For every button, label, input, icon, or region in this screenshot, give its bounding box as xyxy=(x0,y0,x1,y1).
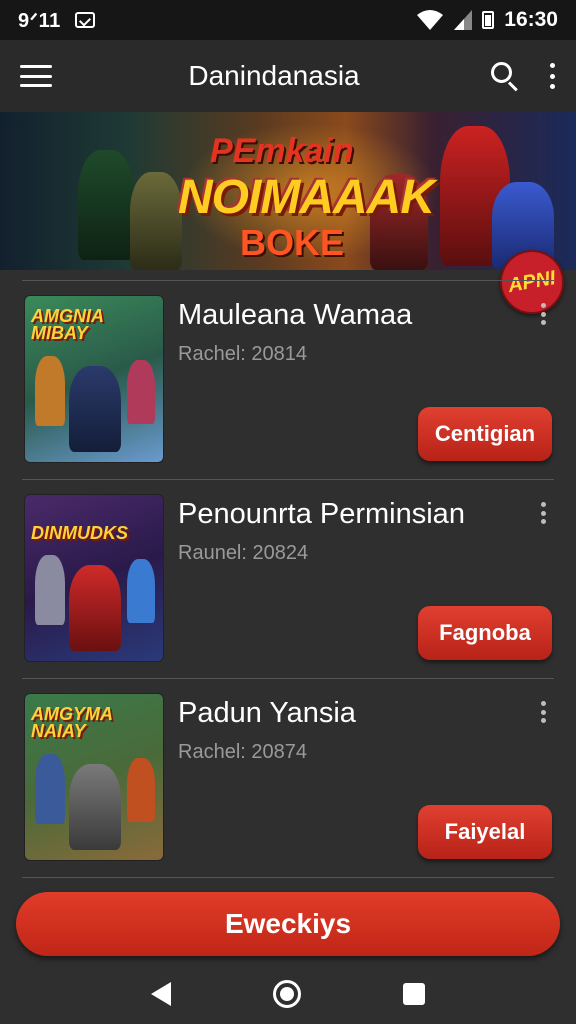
thumbnail-title: AMGYMA NAIAY xyxy=(31,704,113,742)
wifi-icon xyxy=(417,10,444,30)
game-title: Mauleana Wamaa xyxy=(178,299,413,331)
thumbnail-title: AMGNIA MIBAY xyxy=(31,306,104,344)
promo-banner[interactable]: PEmkain NOIMAAAK BOKE xyxy=(0,112,576,270)
list-item[interactable]: AMGYMA NAIAY Padun Yansia Rachel: 20874 … xyxy=(22,679,554,877)
status-bar: 9ᐟ11 16:30 xyxy=(0,0,576,40)
action-button[interactable]: Fagnoba xyxy=(418,606,552,660)
list-divider xyxy=(22,877,554,878)
game-title: Penounrta Perminsian xyxy=(178,498,465,530)
game-meta: Rachel: 20874 xyxy=(178,741,307,763)
recents-icon[interactable] xyxy=(403,983,425,1005)
game-meta: Raunel: 20824 xyxy=(178,542,309,564)
banner-character-soldier xyxy=(130,172,182,270)
game-list: AMGNIA MIBAY Mauleana Wamaa Rachel: 2081… xyxy=(22,280,554,878)
status-icons: 16:30 xyxy=(416,8,558,32)
system-nav-bar xyxy=(0,964,576,1024)
game-meta: Rachel: 20814 xyxy=(178,343,307,365)
message-notification-icon xyxy=(74,12,95,28)
game-thumbnail[interactable]: AMGYMA NAIAY xyxy=(24,693,164,861)
action-button[interactable]: Faiyelal xyxy=(418,805,552,859)
game-thumbnail[interactable]: AMGNIA MIBAY xyxy=(24,295,164,463)
app-title: Danindanasia xyxy=(188,60,360,91)
status-time-left: 9ᐟ11 xyxy=(18,9,61,32)
banner-headline-2: NOIMAAAK xyxy=(178,171,435,224)
app-bar: Danindanasia xyxy=(0,40,576,112)
menu-icon[interactable] xyxy=(20,65,52,87)
more-vert-icon[interactable] xyxy=(540,502,546,524)
list-item[interactable]: DINMUDKS Penounrta Perminsian Raunel: 20… xyxy=(22,480,554,678)
banner-character-hooded xyxy=(78,150,134,260)
more-vert-icon[interactable] xyxy=(548,63,556,89)
back-icon[interactable] xyxy=(151,982,171,1006)
status-time-right: 16:30 xyxy=(504,8,558,31)
signal-icon xyxy=(454,10,473,30)
primary-cta-button[interactable]: Eweckiys xyxy=(16,892,560,956)
more-vert-icon[interactable] xyxy=(540,303,546,325)
banner-headline-3: BOKE xyxy=(240,222,345,263)
game-title: Padun Yansia xyxy=(178,697,356,729)
search-icon[interactable] xyxy=(490,61,520,92)
home-icon[interactable] xyxy=(273,980,301,1008)
thumbnail-title: DINMUDKS xyxy=(31,523,128,543)
action-button[interactable]: Centigian xyxy=(418,407,552,461)
banner-headline-1: PEmkain xyxy=(210,132,354,170)
battery-icon xyxy=(482,11,495,29)
game-thumbnail[interactable]: DINMUDKS xyxy=(24,494,164,662)
list-item[interactable]: AMGNIA MIBAY Mauleana Wamaa Rachel: 2081… xyxy=(22,281,554,479)
more-vert-icon[interactable] xyxy=(540,701,546,723)
